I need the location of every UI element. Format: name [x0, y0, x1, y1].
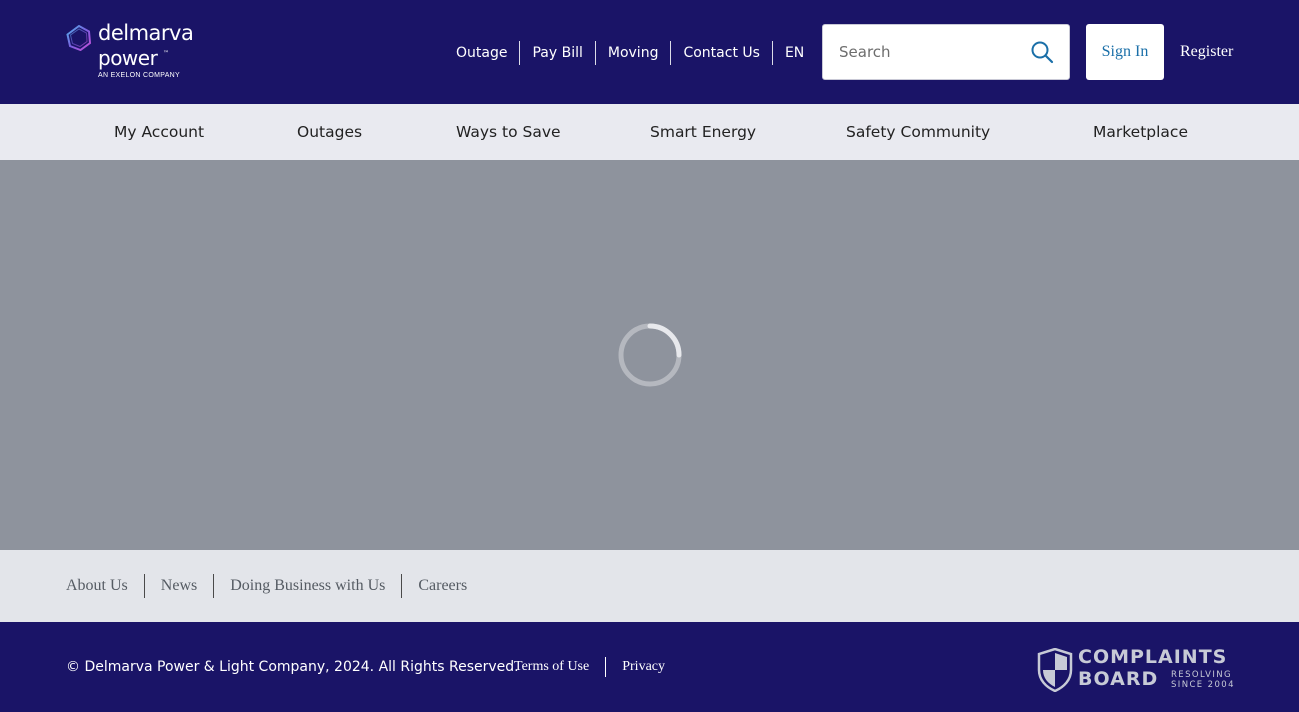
delmarva-power-logo[interactable]: delmarva power ™ AN EXELON COMPANY [66, 21, 196, 82]
utility-link-pay-bill[interactable]: Pay Bill [519, 41, 594, 65]
search-input[interactable] [824, 26, 1024, 78]
search-box [822, 24, 1070, 80]
logo-trademark: ™ [163, 50, 169, 57]
complaints-board-tagline-line1: RESOLVING [1171, 670, 1233, 680]
footer-link-careers[interactable]: Careers [401, 574, 483, 598]
utility-nav: Outage Pay Bill Moving Contact Us EN [444, 41, 816, 65]
main-nav: My Account Outages Ways to Save Smart En… [0, 104, 1299, 160]
utility-link-outage[interactable]: Outage [444, 41, 519, 65]
footer-link-doing-business[interactable]: Doing Business with Us [213, 574, 401, 598]
terms-of-use-link[interactable]: Terms of Use [498, 657, 605, 677]
logo-wordmark-line2: power [98, 46, 158, 70]
nav-item-my-account[interactable]: My Account [114, 122, 204, 142]
copyright-text: © Delmarva Power & Light Company, 2024. … [66, 659, 519, 675]
site-header: delmarva power ™ AN EXELON COMPANY Outag… [0, 0, 1299, 104]
complaints-board-tagline-line2: SINCE 2004 [1171, 680, 1235, 690]
shield-icon [1037, 648, 1073, 692]
nav-item-marketplace[interactable]: Marketplace [1093, 122, 1188, 142]
legal-nav: Terms of Use Privacy [498, 657, 681, 677]
utility-link-moving[interactable]: Moving [594, 41, 671, 65]
nav-item-safety-community[interactable]: Safety Community [846, 122, 990, 142]
complaints-board-title-line2: BOARD [1078, 668, 1159, 690]
sign-in-button[interactable]: Sign In [1086, 24, 1164, 80]
search-icon[interactable] [1030, 40, 1054, 64]
footer-nav: About Us News Doing Business with Us Car… [50, 574, 483, 598]
nav-item-ways-to-save[interactable]: Ways to Save [456, 122, 561, 142]
logo-wordmark-line1: delmarva [98, 21, 194, 45]
loading-spinner-icon [618, 323, 682, 387]
nav-item-outages[interactable]: Outages [297, 122, 362, 142]
logo-parent-company: AN EXELON COMPANY [98, 72, 180, 79]
footer-link-news[interactable]: News [143, 574, 213, 598]
privacy-link[interactable]: Privacy [605, 657, 681, 677]
language-selector[interactable]: EN [771, 41, 816, 65]
utility-link-contact-us[interactable]: Contact Us [670, 41, 771, 65]
nav-item-smart-energy[interactable]: Smart Energy [650, 122, 756, 142]
footer-link-about-us[interactable]: About Us [50, 574, 144, 598]
complaints-board-logo[interactable]: COMPLAINTS BOARD RESOLVING SINCE 2004 [1037, 646, 1251, 694]
register-link[interactable]: Register [1180, 41, 1233, 63]
complaints-board-title-line1: COMPLAINTS [1078, 646, 1228, 668]
logo-mark-icon [66, 25, 92, 51]
footer-links-bar: About Us News Doing Business with Us Car… [0, 550, 1299, 622]
